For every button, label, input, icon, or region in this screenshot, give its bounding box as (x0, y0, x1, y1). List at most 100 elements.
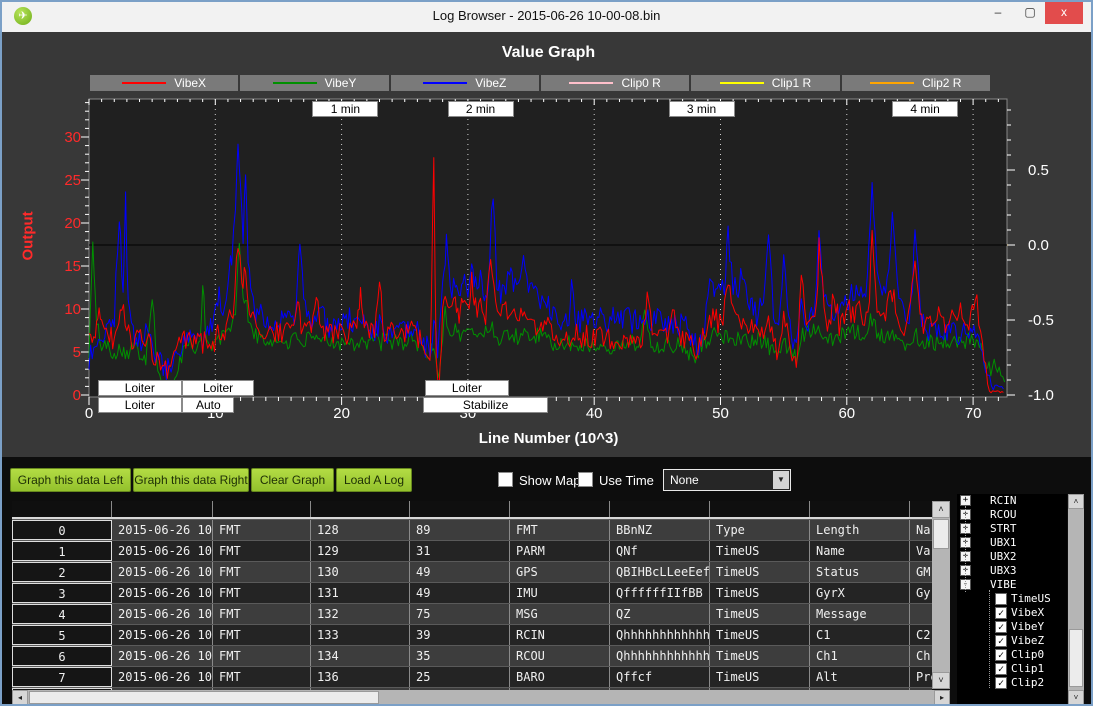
tree-item-label[interactable]: TimeUS (1011, 592, 1051, 606)
tree-item-label[interactable]: UBX2 (990, 550, 1017, 564)
tree-item-label[interactable]: Clip2 (1011, 676, 1044, 690)
table-cell (610, 501, 710, 517)
x-axis-label: Line Number (10^3) (2, 430, 1093, 447)
use-time-label: Use Time (599, 473, 654, 488)
tree-item-label[interactable]: VibeY (1011, 620, 1044, 634)
tree-guide-line (965, 506, 966, 592)
flight-mode-band: Loiter (98, 397, 182, 413)
tree-item-label[interactable]: Clip1 (1011, 662, 1044, 676)
table-cell: BBnNZ (610, 520, 710, 540)
tree-item-label[interactable]: UBX3 (990, 564, 1017, 578)
table-hscrollbar[interactable]: ◂ ▸ (12, 690, 950, 705)
tree-item-vibez[interactable]: ✓ VibeZ (957, 634, 1067, 648)
graph-left-button[interactable]: Graph this data Left (10, 468, 131, 492)
maximize-button[interactable]: ▢ (1015, 2, 1045, 24)
svg-text:5: 5 (73, 344, 81, 361)
table-cell: TimeUS (710, 562, 810, 582)
table-cell (112, 501, 213, 517)
scroll-left-icon[interactable]: ◂ (12, 690, 28, 705)
table-cell: 39 (410, 625, 510, 645)
title-bar: ✈ Log Browser - 2015-06-26 10-00-08.bin … (2, 2, 1091, 32)
chevron-down-icon[interactable]: ▼ (773, 471, 789, 489)
tree-item-vibe[interactable]: -VIBE (957, 578, 1067, 592)
graph-right-button[interactable]: Graph this data Right (133, 468, 249, 492)
tree-item-label[interactable]: Clip0 (1011, 648, 1044, 662)
tree-item-clip0[interactable]: ✓ Clip0 (957, 648, 1067, 662)
clear-graph-button[interactable]: Clear Graph (251, 468, 334, 492)
vscroll-thumb[interactable] (933, 519, 949, 549)
tree-scroll-thumb[interactable] (1069, 629, 1083, 687)
close-button[interactable]: x (1045, 2, 1083, 24)
message-tree: + RCIN+RCOU+STRT+UBX1+UBX2+UBX3-VIBETimeU… (957, 494, 1067, 705)
table-cell: Qhhhhhhhhhhhh (610, 646, 710, 666)
tree-item-label[interactable]: RCIN (990, 494, 1017, 508)
field-checkbox[interactable]: ✓ (995, 621, 1007, 633)
table-cell: Ch (910, 646, 932, 666)
table-row[interactable]: 22015-06-26 10:0...FMT13049GPSQBIHBcLLee… (12, 561, 932, 582)
tree-item-label[interactable]: VibeZ (1011, 634, 1044, 648)
table-cell: C1 (810, 625, 910, 645)
table-cell: BARO (510, 667, 610, 687)
table-cell: 2015-06-26 10:0... (112, 520, 213, 540)
scroll-down-icon[interactable]: ˅ (932, 672, 950, 689)
tree-item-label[interactable]: UBX1 (990, 536, 1017, 550)
row-index-cell (12, 501, 112, 517)
table-row[interactable]: 32015-06-26 10:0...FMT13149IMUQffffffIIf… (12, 582, 932, 603)
table-row[interactable]: 72015-06-26 10:0...FMT13625BAROQffcfTime… (12, 666, 932, 687)
y-axis-label: Output (20, 221, 37, 261)
table-row[interactable]: 52015-06-26 10:0...FMT13339RCINQhhhhhhhh… (12, 624, 932, 645)
field-checkbox[interactable]: ✓ (995, 635, 1007, 647)
field-checkbox[interactable]: ✓ (995, 663, 1007, 675)
field-checkbox[interactable] (995, 593, 1007, 605)
table-row[interactable]: 02015-06-26 10:0...FMT12889FMTBBnNZTypeL… (12, 519, 932, 540)
table-cell: IMU (510, 583, 610, 603)
graph-source-dropdown[interactable]: None ▼ (663, 469, 791, 491)
table-cell: 25 (410, 667, 510, 687)
scroll-up-icon[interactable]: ˄ (1068, 494, 1084, 509)
hscroll-thumb[interactable] (29, 691, 379, 704)
flight-mode-band: Loiter (98, 380, 182, 396)
table-cell: TimeUS (710, 604, 810, 624)
scroll-up-icon[interactable]: ˄ (932, 501, 950, 518)
tree-item-label[interactable]: RCOU (990, 508, 1017, 522)
load-log-button[interactable]: Load A Log (336, 468, 412, 492)
table-row[interactable]: 12015-06-26 10:0...FMT12931PARMQNfTimeUS… (12, 540, 932, 561)
show-map-checkbox[interactable] (498, 472, 513, 487)
field-checkbox[interactable]: ✓ (995, 677, 1007, 689)
tree-item-ubx2[interactable]: +UBX2 (957, 550, 1067, 564)
expand-icon[interactable]: + (960, 495, 971, 506)
tree-item-ubx3[interactable]: +UBX3 (957, 564, 1067, 578)
tree-item-rcin[interactable]: + RCIN (957, 494, 1067, 508)
use-time-checkbox[interactable] (578, 472, 593, 487)
table-row[interactable]: 42015-06-26 10:0...FMT13275MSGQZTimeUSMe… (12, 603, 932, 624)
svg-text:20: 20 (333, 405, 350, 422)
svg-text:0.0: 0.0 (1028, 237, 1049, 254)
field-checkbox[interactable]: ✓ (995, 649, 1007, 661)
tree-item-vibex[interactable]: ✓ VibeX (957, 606, 1067, 620)
svg-text:-0.5: -0.5 (1028, 312, 1054, 329)
scroll-right-icon[interactable]: ▸ (934, 690, 950, 705)
tree-item-label[interactable]: STRT (990, 522, 1017, 536)
svg-text:10: 10 (64, 301, 81, 318)
minimize-button[interactable]: – (983, 2, 1013, 24)
tree-item-clip2[interactable]: ✓ Clip2 (957, 676, 1067, 690)
tree-item-label[interactable]: VibeX (1011, 606, 1044, 620)
row-index-cell: 5 (12, 625, 112, 645)
scroll-down-icon[interactable]: ˅ (1068, 690, 1084, 705)
tree-scrollbar[interactable]: ˄ ˅ (1068, 494, 1084, 705)
tree-item-vibey[interactable]: ✓ VibeY (957, 620, 1067, 634)
tree-item-ubx1[interactable]: +UBX1 (957, 536, 1067, 550)
tree-item-strt[interactable]: +STRT (957, 522, 1067, 536)
table-row[interactable]: 62015-06-26 10:0...FMT13435RCOUQhhhhhhhh… (12, 645, 932, 666)
tree-item-label[interactable]: VIBE (990, 578, 1017, 592)
tree-item-rcou[interactable]: +RCOU (957, 508, 1067, 522)
flight-mode-band: Loiter (182, 380, 253, 396)
field-checkbox[interactable]: ✓ (995, 607, 1007, 619)
table-cell: 2015-06-26 10:0... (112, 583, 213, 603)
table-vscrollbar[interactable]: ˄ ˅ (932, 501, 950, 689)
tree-item-timeus[interactable]: TimeUS (957, 592, 1067, 606)
table-header-row[interactable] (12, 501, 932, 519)
tree-item-clip1[interactable]: ✓ Clip1 (957, 662, 1067, 676)
svg-text:25: 25 (64, 172, 81, 189)
table-cell: GyrX (810, 583, 910, 603)
